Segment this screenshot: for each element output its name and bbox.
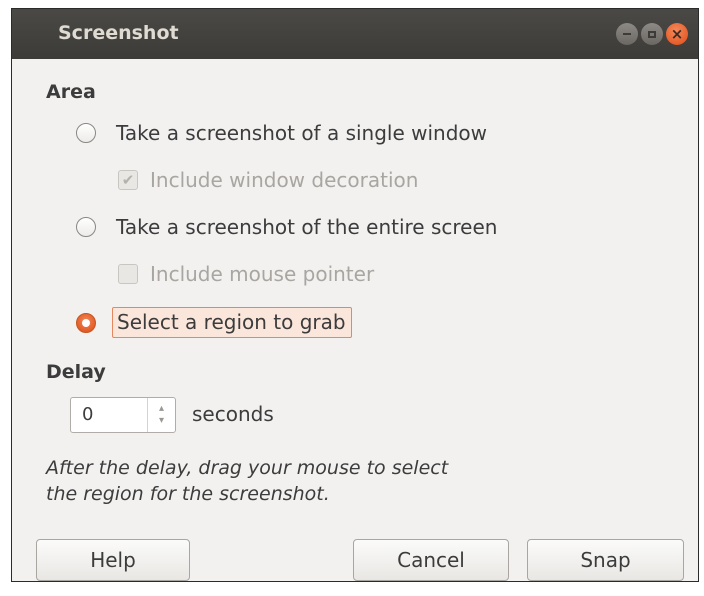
spin-down-icon[interactable]: ▾ [159, 415, 164, 427]
delay-spinner[interactable]: 0 ▴ ▾ [70, 397, 176, 433]
delay-value[interactable]: 0 [71, 398, 147, 432]
help-button[interactable]: Help [36, 539, 190, 581]
radio-label: Select a region to grab [112, 307, 352, 338]
cancel-button[interactable]: Cancel [353, 539, 509, 581]
minimize-button[interactable] [616, 23, 638, 45]
close-button[interactable]: × [666, 23, 688, 45]
window-title: Screenshot [58, 22, 179, 44]
include-mouse-pointer-checkbox[interactable]: Include mouse pointer [118, 262, 374, 286]
delay-unit: seconds [192, 402, 274, 426]
maximize-icon [648, 30, 656, 38]
checkbox-label: Include mouse pointer [150, 262, 375, 286]
screenshot-dialog: Screenshot × Area Take a screenshot of a… [11, 8, 699, 582]
checkmark-icon[interactable]: ✔ [118, 170, 138, 190]
minimize-icon [623, 33, 631, 35]
title-bar[interactable]: Screenshot × [12, 9, 698, 59]
radio-select-region[interactable]: Select a region to grab [76, 307, 352, 338]
spin-up-icon[interactable]: ▴ [159, 403, 164, 415]
close-icon: × [670, 24, 684, 43]
area-heading: Area [46, 81, 96, 103]
maximize-button[interactable] [641, 23, 663, 45]
delay-heading: Delay [46, 361, 106, 383]
radio-single-window[interactable]: Take a screenshot of a single window [76, 121, 487, 145]
radio-entire-screen[interactable]: Take a screenshot of the entire screen [76, 215, 497, 239]
window-controls: × [616, 23, 688, 45]
hint-line-2: the region for the screenshot. [46, 483, 330, 505]
radio-circle[interactable] [76, 217, 96, 237]
checkbox-label: Include window decoration [150, 168, 419, 192]
checkbox-box[interactable] [118, 264, 138, 284]
radio-label: Take a screenshot of a single window [116, 121, 488, 145]
radio-circle-selected[interactable] [76, 312, 96, 333]
radio-circle[interactable] [76, 123, 96, 143]
include-window-decoration-checkbox[interactable]: ✔ Include window decoration [118, 168, 418, 192]
spin-arrows-icon[interactable]: ▴ ▾ [147, 398, 175, 432]
snap-button[interactable]: Snap [527, 539, 684, 581]
dialog-content: Area Take a screenshot of a single windo… [12, 59, 698, 581]
hint-line-1: After the delay, drag your mouse to sele… [46, 457, 449, 479]
radio-label: Take a screenshot of the entire screen [116, 215, 498, 239]
